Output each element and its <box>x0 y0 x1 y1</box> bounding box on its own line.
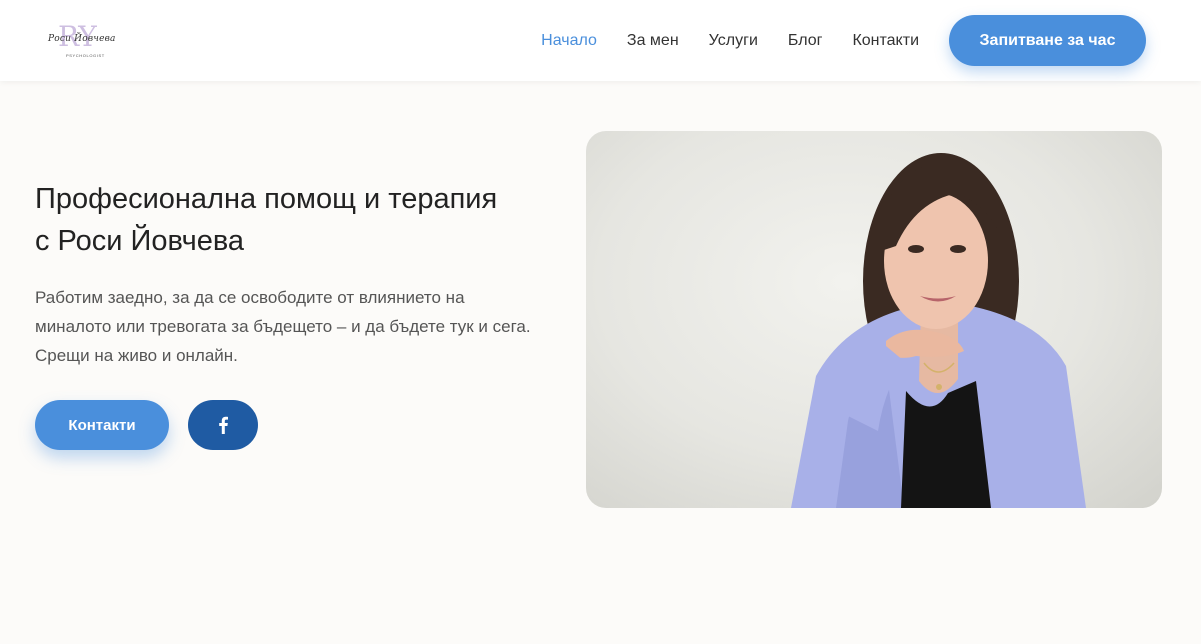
logo[interactable]: RY Роси Йовчева PSYCHOLOGIST <box>44 20 128 62</box>
hero-description: Работим заедно, за да се освободите от в… <box>35 288 531 365</box>
portrait-illustration <box>791 153 1086 508</box>
hero-portrait-photo <box>586 131 1162 508</box>
hero-title: Професионална помощ и терапия с Роси Йов… <box>35 183 498 257</box>
nav-item-services[interactable]: Услуги <box>709 32 758 50</box>
main-nav: Начало За мен Услуги Блог Контакти <box>541 0 919 81</box>
site-header: RY Роси Йовчева PSYCHOLOGIST Начало За м… <box>0 0 1201 81</box>
facebook-icon <box>219 416 228 434</box>
nav-item-contacts[interactable]: Контакти <box>852 32 919 50</box>
nav-item-about[interactable]: За мен <box>627 32 679 50</box>
book-appointment-button[interactable]: Запитване за час <box>949 15 1146 66</box>
nav-item-home[interactable]: Начало <box>541 32 597 50</box>
facebook-button[interactable] <box>188 400 258 450</box>
contacts-button[interactable]: Контакти <box>35 400 169 450</box>
logo-signature: Роси Йовчева <box>48 34 116 44</box>
logo-subtitle: PSYCHOLOGIST <box>66 53 105 58</box>
nav-item-blog[interactable]: Блог <box>788 32 823 50</box>
